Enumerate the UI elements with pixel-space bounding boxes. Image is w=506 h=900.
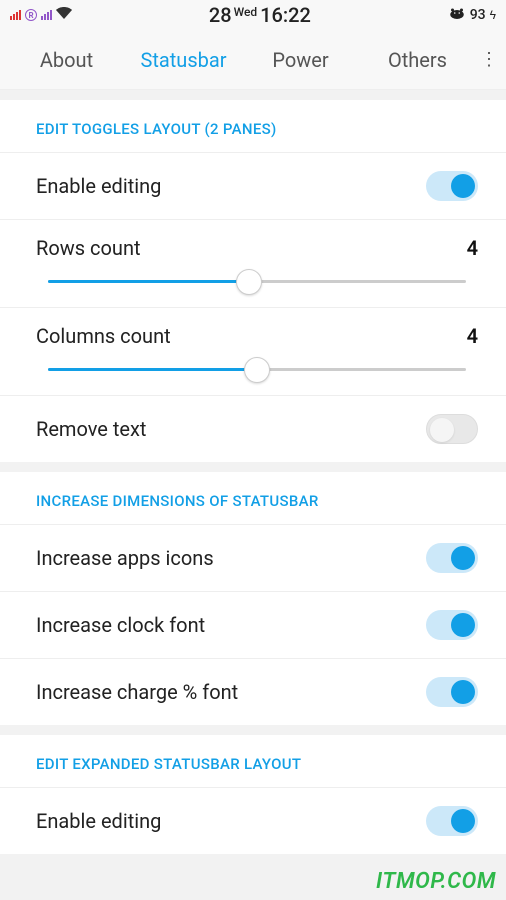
toggle-increase-clock-font[interactable] [426,610,478,640]
battery-android-icon [448,6,466,24]
toggle-increase-charge-font[interactable] [426,677,478,707]
row-enable-editing-expanded[interactable]: Enable editing [0,787,506,854]
battery-percent: 93 [470,7,486,23]
tabbar: About Statusbar Power Others ⋮ [0,30,506,90]
slider-columns-count[interactable] [48,368,466,371]
statusbar-right: 93 ϟ [448,6,496,24]
registered-icon: R [25,9,37,21]
tab-about[interactable]: About [8,48,125,72]
slider-thumb[interactable] [244,357,270,383]
row-enable-editing[interactable]: Enable editing [0,152,506,219]
row-label: Increase charge % font [36,680,238,704]
tab-statusbar[interactable]: Statusbar [125,48,242,72]
statusbar-day: Wed [234,5,258,19]
charging-icon: ϟ [490,8,496,22]
section-header: EDIT EXPANDED STATUSBAR LAYOUT [0,735,506,787]
overflow-menu-icon[interactable]: ⋮ [476,51,498,69]
statusbar-clock: 28 Wed 16:22 [209,3,311,27]
row-label: Increase clock font [36,613,205,637]
row-label: Remove text [36,417,146,441]
section-increase-dimensions: INCREASE DIMENSIONS OF STATUSBAR Increas… [0,472,506,725]
row-label: Enable editing [36,809,161,833]
row-columns-count: Columns count 4 [0,307,506,395]
row-rows-count: Rows count 4 [0,219,506,307]
statusbar-left: R [10,7,72,23]
toggle-remove-text[interactable] [426,414,478,444]
toggle-increase-apps-icons[interactable] [426,543,478,573]
section-expanded-layout: EDIT EXPANDED STATUSBAR LAYOUT Enable ed… [0,735,506,854]
statusbar-date: 28 [209,3,232,27]
row-increase-charge-font[interactable]: Increase charge % font [0,658,506,725]
row-increase-clock-font[interactable]: Increase clock font [0,591,506,658]
row-increase-apps-icons[interactable]: Increase apps icons [0,524,506,591]
row-label: Enable editing [36,174,161,198]
section-header: EDIT TOGGLES LAYOUT (2 PANES) [0,100,506,152]
tab-power[interactable]: Power [242,48,359,72]
watermark: ITMOP.COM [376,869,496,894]
system-statusbar: R 28 Wed 16:22 93 ϟ [0,0,506,30]
slider-thumb[interactable] [236,269,262,295]
row-label: Columns count [36,324,171,348]
section-header: INCREASE DIMENSIONS OF STATUSBAR [0,472,506,524]
row-remove-text[interactable]: Remove text [0,395,506,462]
toggle-enable-editing-expanded[interactable] [426,806,478,836]
signal-sim2-icon [41,10,52,20]
row-label: Increase apps icons [36,546,214,570]
section-edit-toggles: EDIT TOGGLES LAYOUT (2 PANES) Enable edi… [0,100,506,462]
row-label: Rows count [36,236,141,260]
slider-value: 4 [467,324,478,348]
slider-rows-count[interactable] [48,280,466,283]
statusbar-time: 16:22 [260,3,311,27]
signal-sim1-icon [10,10,21,20]
toggle-enable-editing[interactable] [426,171,478,201]
slider-value: 4 [467,236,478,260]
wifi-icon [56,7,72,23]
tab-others[interactable]: Others [359,48,476,72]
